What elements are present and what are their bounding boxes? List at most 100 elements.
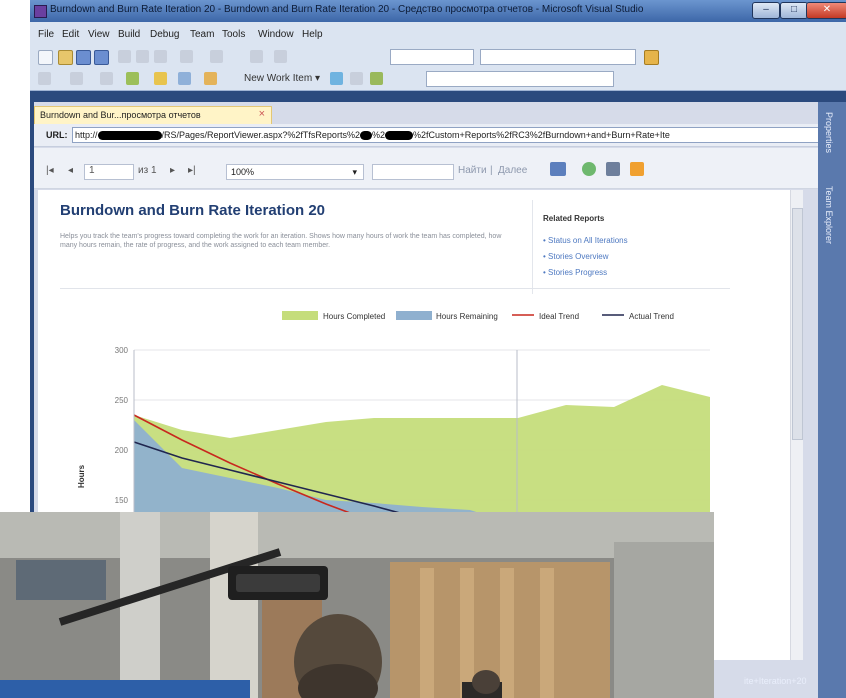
report-scrollbar[interactable]: [790, 190, 803, 660]
menu-bar: File Edit View Build Debug Team Tools Wi…: [30, 22, 846, 47]
menu-build[interactable]: Build: [118, 29, 140, 40]
y-tick-label: 250: [115, 396, 129, 405]
title-bar[interactable]: Burndown and Burn Rate Iteration 20 - Bu…: [30, 0, 846, 22]
redacted-segment-2: [384, 131, 413, 141]
next-link[interactable]: Далее: [498, 165, 527, 176]
minimize-icon[interactable]: –: [752, 2, 780, 19]
url-path-1: /RS/Pages/ReportViewer.aspx?%2fTfsReport…: [161, 130, 360, 140]
copy-icon[interactable]: [136, 50, 149, 63]
find-combo[interactable]: [480, 49, 636, 65]
office-photo: [0, 512, 714, 698]
build-icon[interactable]: [154, 72, 167, 85]
maximize-icon[interactable]: □: [780, 2, 808, 19]
related-link-stories-progress[interactable]: • Stories Progress: [543, 268, 607, 277]
separator: |: [490, 165, 493, 176]
print-layout-icon[interactable]: [630, 162, 644, 176]
zoom-select[interactable]: 100% ▾: [226, 164, 364, 180]
redacted-segment-1: [359, 131, 372, 141]
legend-swatch-remaining: [396, 311, 432, 320]
url-field[interactable]: http:// /RS/Pages/ReportViewer.aspx?%2fTf…: [72, 127, 828, 143]
export-icon[interactable]: [550, 162, 566, 176]
find-input[interactable]: [372, 164, 454, 180]
refresh-report-icon[interactable]: [582, 162, 596, 176]
chart-legend: Hours Completed Hours Remaining Ideal Tr…: [282, 311, 674, 321]
work-item-arrow-icon[interactable]: [350, 72, 363, 85]
window-title: Burndown and Burn Rate Iteration 20 - Bu…: [50, 4, 644, 15]
team-toolbar: New Work Item ▾: [30, 68, 846, 91]
query-icon[interactable]: [100, 72, 113, 85]
related-link-label: Status on All Iterations: [548, 236, 628, 245]
menu-file[interactable]: File: [38, 29, 54, 40]
report-title: Burndown and Burn Rate Iteration 20: [60, 202, 326, 219]
tab-team-explorer[interactable]: Team Explorer: [824, 186, 834, 244]
work-item-query-icon[interactable]: [370, 72, 383, 85]
navigate-back-icon[interactable]: [250, 50, 263, 63]
paste-icon[interactable]: [154, 50, 167, 63]
undo-icon[interactable]: [180, 50, 193, 63]
work-item-id-combo[interactable]: [426, 71, 614, 87]
url-label: URL:: [46, 130, 68, 140]
first-page-icon[interactable]: |◂: [46, 165, 54, 176]
legend-label-actual: Actual Trend: [629, 312, 674, 321]
y-tick-label: 300: [115, 346, 129, 355]
tab-report-viewer[interactable]: Burndown and Bur...просмотра отчетов ×: [34, 106, 272, 125]
standard-toolbar: [30, 46, 846, 68]
y-tick-label: 200: [115, 446, 129, 455]
open-folder-icon[interactable]: [58, 50, 73, 65]
find-in-files-icon[interactable]: [644, 50, 659, 65]
zoom-value: 100%: [231, 167, 255, 177]
related-reports: Related Reports • Status on All Iteratio…: [532, 200, 729, 294]
new-project-icon[interactable]: [38, 50, 53, 65]
menu-tools[interactable]: Tools: [222, 29, 245, 40]
related-link-label: Stories Overview: [548, 252, 609, 261]
font-size-icon[interactable]: [178, 72, 191, 85]
last-page-icon[interactable]: ▸|: [188, 165, 196, 176]
solution-config-combo[interactable]: [390, 49, 474, 65]
next-page-icon[interactable]: ▸: [170, 165, 175, 176]
url-path-3: %2fCustom+Reports%2fRC3%2fBurndown+and+B…: [412, 130, 670, 140]
related-link-stories-overview[interactable]: • Stories Overview: [543, 252, 609, 261]
menu-edit[interactable]: Edit: [62, 29, 79, 40]
previous-page-icon[interactable]: ◂: [68, 165, 73, 176]
report-viewer-toolbar: |◂ ◂ 1 из 1 ▸ ▸| 100% ▾ Найти | Далее: [34, 148, 828, 189]
redo-icon[interactable]: [210, 50, 223, 63]
url-bar: URL: http:// /RS/Pages/ReportViewer.aspx?…: [34, 124, 828, 147]
find-link[interactable]: Найти: [458, 165, 487, 176]
menu-help[interactable]: Help: [302, 29, 323, 40]
save-icon[interactable]: [76, 50, 91, 65]
plot-area: 150 200 250 300: [115, 346, 710, 520]
menu-view[interactable]: View: [88, 29, 110, 40]
close-tab-icon[interactable]: ×: [259, 108, 265, 120]
related-link-status-on-all-iterations[interactable]: • Status on All Iterations: [543, 236, 628, 245]
refresh-icon[interactable]: [70, 72, 83, 85]
menu-debug[interactable]: Debug: [150, 29, 179, 40]
start-debug-icon[interactable]: [274, 50, 287, 63]
status-text: ite+Iteration+20: [744, 676, 807, 686]
pending-changes-icon[interactable]: [204, 72, 217, 85]
tool-window-panel: Properties Team Explorer: [818, 102, 846, 698]
office-photo-image: [0, 512, 714, 698]
legend-swatch-completed: [282, 311, 318, 320]
menu-team[interactable]: Team: [190, 29, 214, 40]
menu-window[interactable]: Window: [258, 29, 294, 40]
divider: [60, 288, 730, 289]
report-icon[interactable]: [126, 72, 139, 85]
y-axis-label: Hours: [77, 464, 86, 488]
cut-icon[interactable]: [118, 50, 131, 63]
redacted-host: [97, 131, 162, 141]
report-description: Helps you track the team's progress towa…: [60, 233, 502, 249]
legend-label-completed: Hours Completed: [323, 312, 385, 321]
url-prefix: http://: [75, 130, 98, 140]
burndown-chart: Hours Completed Hours Remaining Ideal Tr…: [77, 311, 710, 520]
tab-properties[interactable]: Properties: [824, 112, 834, 153]
scrollbar-thumb[interactable]: [792, 208, 803, 440]
page-number-input[interactable]: 1: [84, 164, 134, 180]
print-icon[interactable]: [606, 162, 620, 176]
close-icon[interactable]: ✕: [806, 2, 846, 19]
new-work-item-button[interactable]: New Work Item ▾: [244, 73, 320, 84]
page-count: из 1: [138, 165, 157, 176]
save-all-icon[interactable]: [94, 50, 109, 65]
team-icon[interactable]: [38, 72, 51, 85]
related-link-label: Stories Progress: [548, 268, 608, 277]
go-to-work-item-icon[interactable]: [330, 72, 343, 85]
